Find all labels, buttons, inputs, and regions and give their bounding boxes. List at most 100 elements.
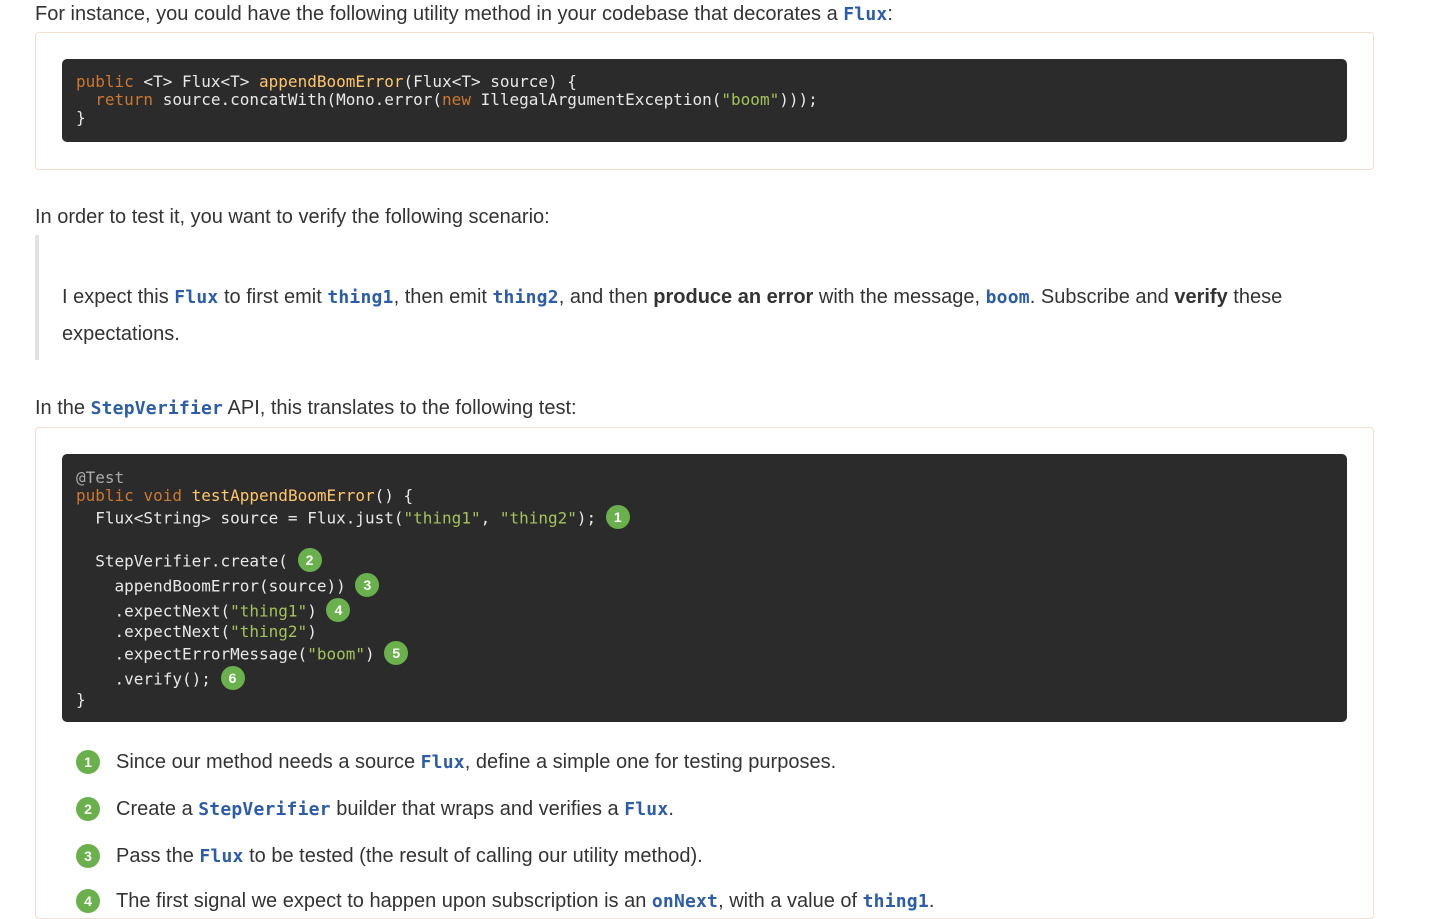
method-name: appendBoomError	[259, 72, 404, 91]
code-line: StepVerifier.create( 2	[76, 548, 322, 574]
inline-code: thing1	[862, 891, 929, 912]
inline-code: StepVerifier	[198, 799, 331, 820]
code-text: ,	[480, 508, 500, 528]
text-segment: .	[928, 890, 935, 912]
code-text: .verify();	[76, 669, 211, 689]
code-text: )	[307, 601, 317, 621]
code-text: source.concatWith(Mono.error(	[153, 90, 443, 109]
code-listing-append-boom-error: public <T> Flux<T> appendBoomError(Flux<…	[35, 32, 1374, 170]
callout-number-badge: 4	[76, 889, 100, 913]
inline-code: Flux	[199, 846, 244, 867]
bold-text: produce an error	[653, 286, 814, 308]
inline-code: onNext	[651, 891, 719, 912]
text-segment: Create a	[116, 798, 199, 820]
api-intro-paragraph: In the StepVerifier API, this translates…	[35, 394, 577, 423]
callout-description: Create a StepVerifier builder that wraps…	[116, 795, 674, 824]
keyword: public	[76, 72, 134, 91]
quote-segment: , then emit	[393, 286, 493, 308]
method-name: testAppendBoomError	[191, 486, 375, 505]
callout-badge-6: 6	[220, 666, 245, 690]
callout-badge-4: 4	[326, 598, 351, 622]
callout-badge-5: 5	[384, 641, 409, 665]
text-segment: to be tested (the result of calling our …	[243, 845, 703, 867]
code-line: }	[76, 108, 86, 127]
keyword: new	[442, 90, 471, 109]
code-text: () {	[374, 486, 414, 505]
code-text: )));	[779, 90, 818, 109]
text-segment: builder that wraps and verifies a	[330, 798, 625, 820]
bold-text: verify	[1174, 286, 1228, 308]
intro-text: For instance, you could have the followi…	[35, 3, 844, 25]
callout-badge-2: 2	[297, 548, 322, 572]
quote-segment: , and then	[558, 286, 654, 308]
inline-code-flux: Flux	[174, 287, 219, 308]
code-text: Flux<String> source = Flux.just(	[76, 508, 404, 528]
code-block: public <T> Flux<T> appendBoomError(Flux<…	[62, 59, 1347, 142]
text-segment: The first signal we expect to happen upo…	[116, 890, 652, 912]
string-literal: "thing1"	[230, 601, 308, 621]
text-segment: , define a simple one for testing purpos…	[464, 751, 837, 773]
text-segment: Since our method needs a source	[116, 751, 421, 773]
code-line: appendBoomError(source)) 3	[76, 573, 380, 599]
code-text: )	[364, 644, 375, 664]
text-segment: , with a value of	[718, 890, 863, 912]
keyword: return	[95, 90, 154, 109]
code-line: .verify(); 6	[76, 666, 245, 692]
code-text: appendBoomError(source))	[76, 576, 346, 596]
code-text: <T> Flux<T>	[133, 72, 260, 91]
blockquote: I expect this Flux to first emit thing1,…	[35, 235, 1379, 360]
inline-code-boom: boom	[985, 287, 1030, 308]
text-segment: Pass the	[116, 845, 200, 867]
string-literal: "thing1"	[403, 508, 481, 528]
code-text: .expectErrorMessage(	[76, 644, 308, 664]
code-line: public <T> Flux<T> appendBoomError(Flux<…	[76, 72, 577, 92]
intro-colon: :	[887, 3, 893, 25]
code-line: @Test	[76, 468, 124, 488]
callout-badge-3: 3	[355, 573, 380, 597]
quote-segment: with the message,	[813, 286, 986, 308]
callout-description: Since our method needs a source Flux, de…	[116, 748, 836, 777]
code-line: .expectNext("thing1") 4	[76, 598, 351, 624]
string-literal: "thing2"	[230, 622, 308, 641]
inline-code: Flux	[420, 752, 465, 773]
intro-paragraph: For instance, you could have the followi…	[35, 0, 893, 29]
inline-code-flux: Flux	[843, 4, 888, 25]
quote-segment: to first emit	[218, 286, 328, 308]
inline-code-thing1: thing1	[327, 287, 394, 308]
code-text: (Flux<T> source) {	[403, 72, 577, 91]
callout-number-badge: 3	[76, 844, 100, 868]
callout-number-badge: 2	[76, 797, 100, 821]
code-block: @Test public void testAppendBoomError() …	[62, 454, 1347, 722]
inline-code-stepverifier: StepVerifier	[90, 398, 224, 419]
annotation: @Test	[76, 468, 125, 487]
inline-code: Flux	[624, 799, 669, 820]
code-line: return source.concatWith(Mono.error(new …	[76, 90, 818, 110]
code-text: .expectNext(	[76, 601, 231, 621]
callout-description: Pass the Flux to be tested (the result o…	[116, 842, 703, 871]
scenario-intro: In order to test it, you want to verify …	[35, 206, 550, 228]
code-line: .expectErrorMessage("boom") 5	[76, 641, 409, 667]
string-literal: "boom"	[721, 90, 780, 109]
code-text: .expectNext(	[76, 622, 231, 641]
code-line: public void testAppendBoomError() {	[76, 486, 413, 506]
callout-number-badge: 1	[76, 750, 100, 774]
quote-text: I expect this Flux to first emit thing1,…	[62, 279, 1322, 353]
keyword: public	[76, 486, 134, 505]
code-line: }	[76, 690, 86, 709]
keyword: void	[143, 486, 182, 505]
api-intro-text: API, this translates to the following te…	[223, 397, 577, 419]
string-literal: "thing2"	[499, 508, 577, 528]
code-line: Flux<String> source = Flux.just("thing1"…	[76, 505, 630, 531]
code-line: .expectNext("thing2")	[76, 622, 317, 642]
api-intro-text: In the	[35, 397, 91, 419]
quote-segment: I expect this	[62, 286, 175, 308]
callout-description: The first signal we expect to happen upo…	[116, 887, 934, 916]
quote-segment: . Subscribe and	[1029, 286, 1175, 308]
code-text: IllegalArgumentException(	[470, 90, 722, 109]
text-segment: .	[668, 798, 674, 820]
string-literal: "boom"	[307, 644, 365, 664]
inline-code-thing2: thing2	[492, 287, 559, 308]
